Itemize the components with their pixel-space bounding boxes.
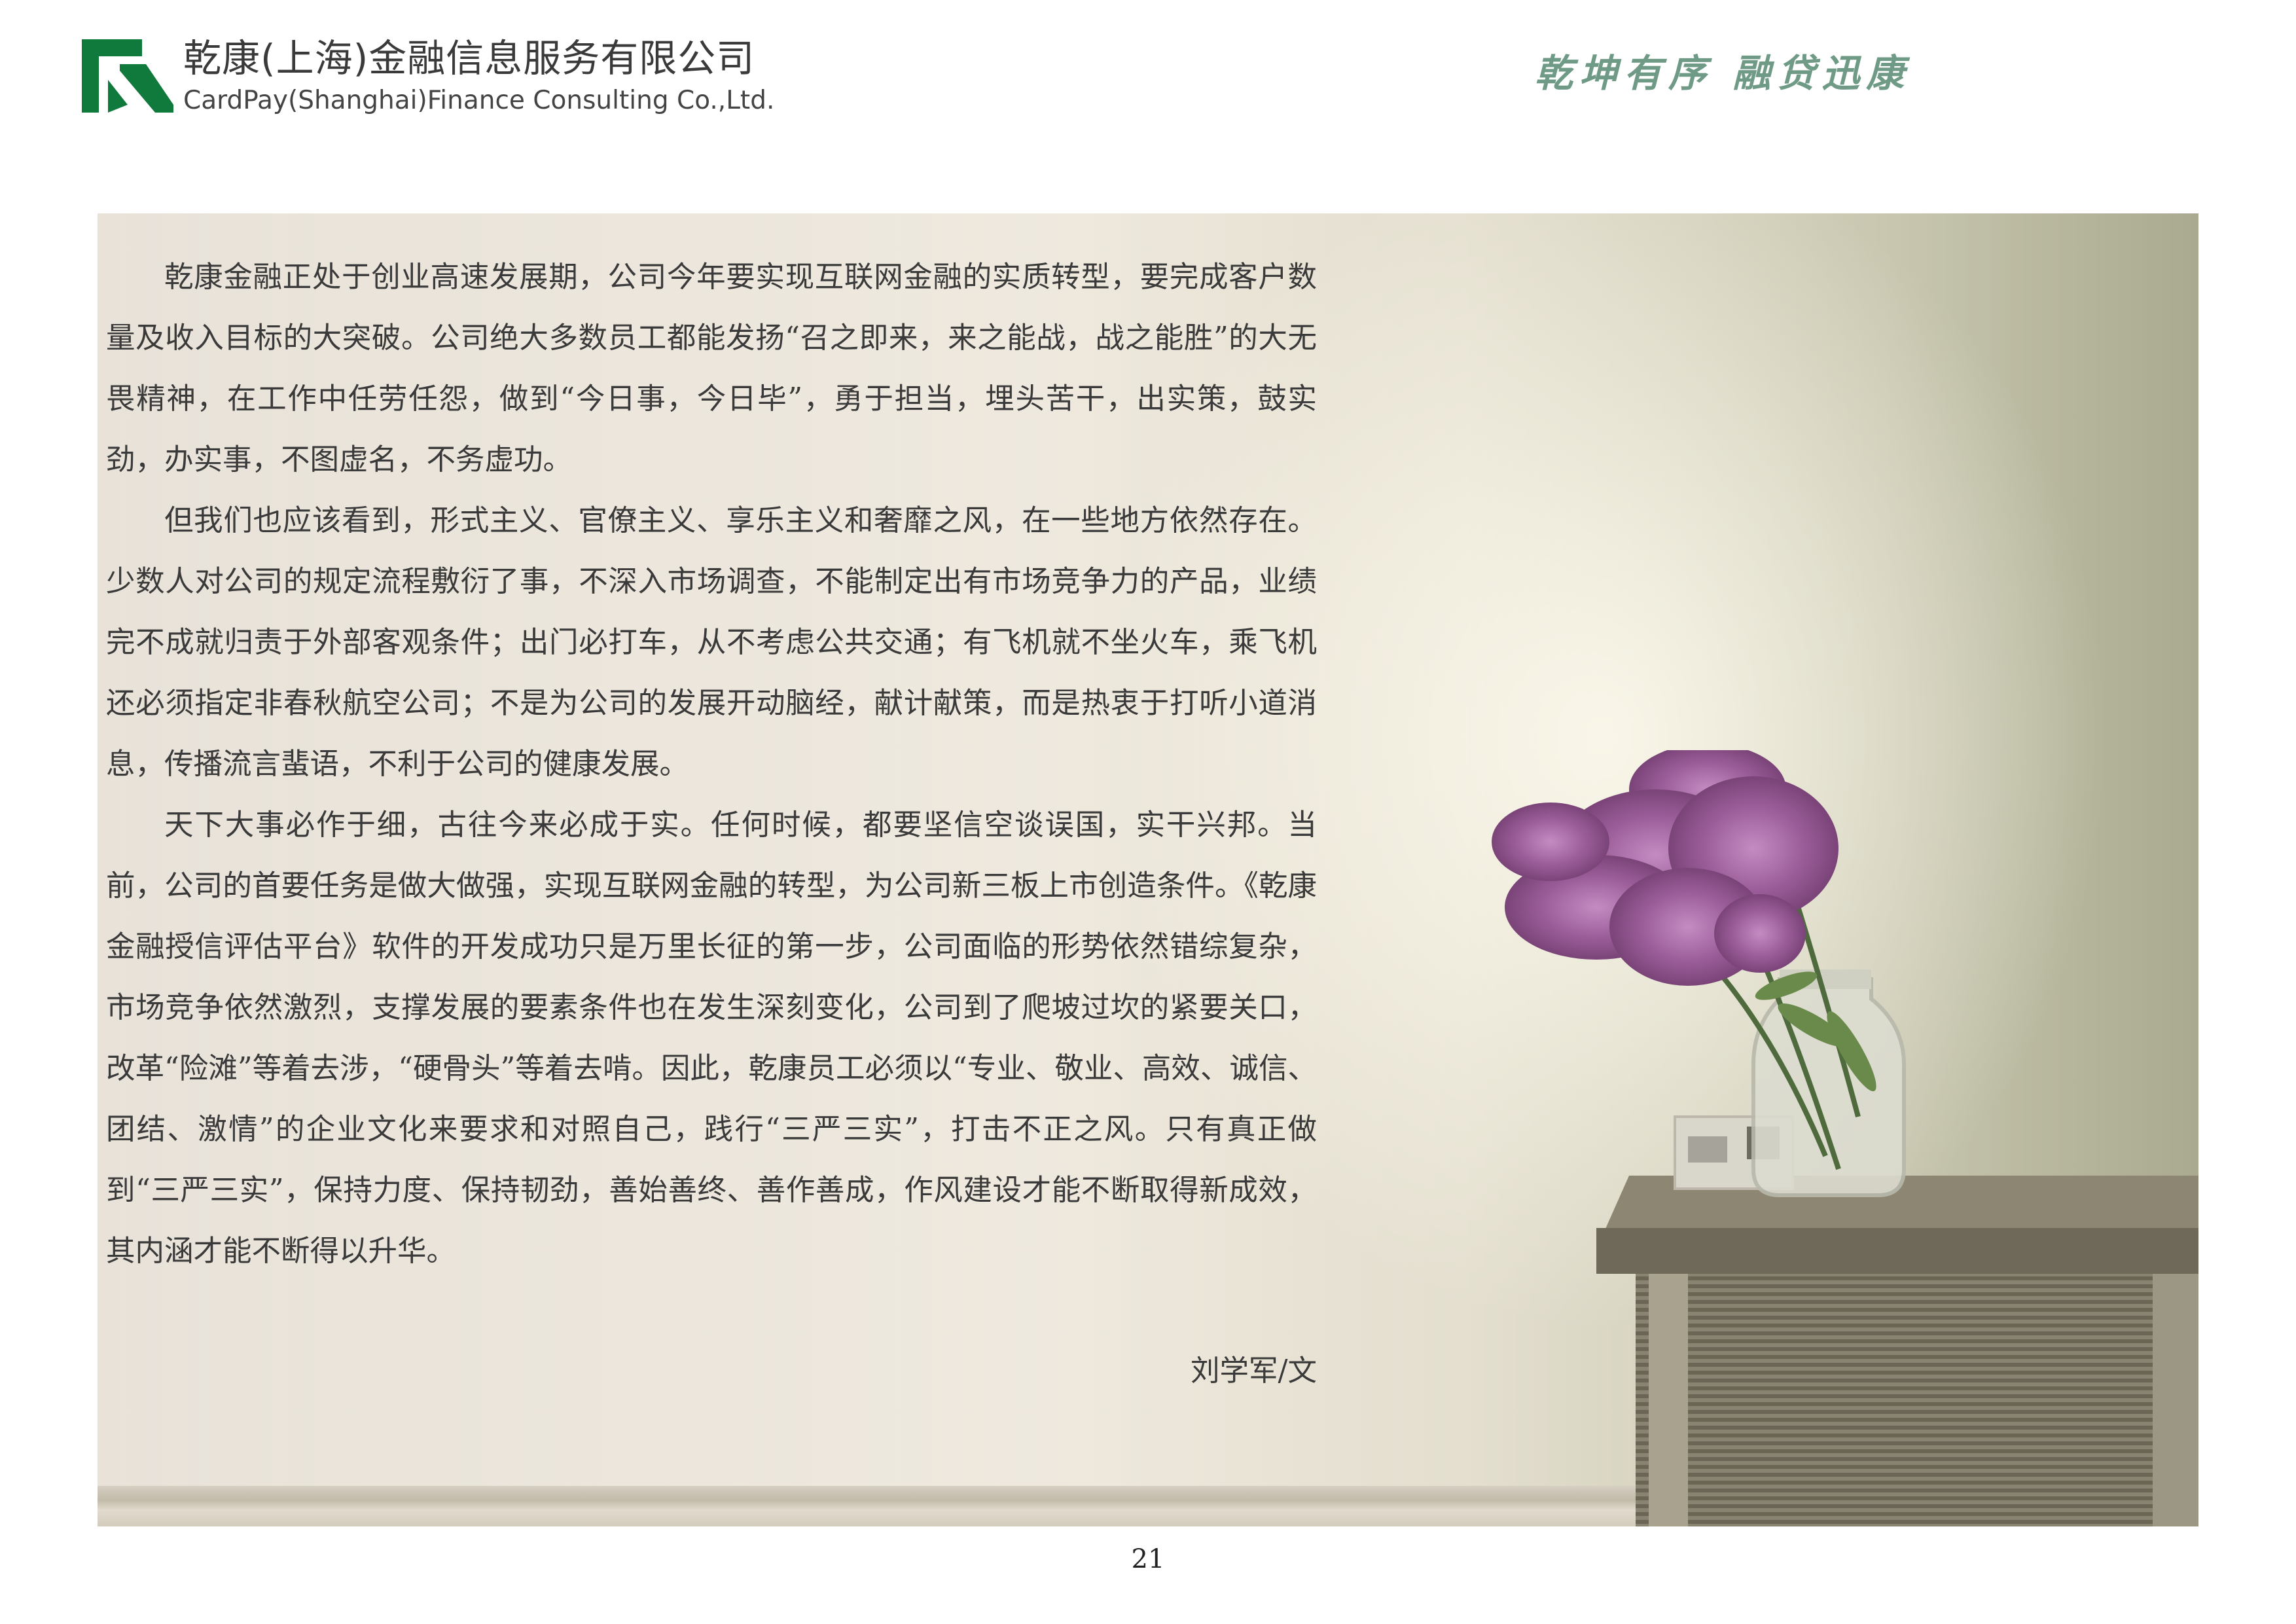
article-paragraph: 但我们也应该看到，形式主义、官僚主义、享乐主义和奢靡之风，在一些地方依然存在。少… xyxy=(106,504,1317,781)
article-paragraph: 天下大事必作于细，古往今来必成于实。任何时候，都要坚信空谈误国，实干兴邦。当前，… xyxy=(106,808,1317,1268)
article-body: 乾康金融正处于创业高速发展期，公司今年要实现互联网金融的实质转型，要完成客户数量… xyxy=(106,247,1317,1282)
still-life-illustration xyxy=(1492,750,2198,1526)
company-slogan: 乾坤有序 融贷迅康 xyxy=(1535,51,1911,96)
company-name-en: CardPay(Shanghai)Finance Consulting Co.,… xyxy=(183,86,775,115)
lilac-blossoms xyxy=(1492,750,1839,986)
company-logo-icon xyxy=(82,39,173,113)
side-table xyxy=(1596,1176,2198,1526)
company-name-cn: 乾康(上海)金融信息服务有限公司 xyxy=(183,36,755,81)
page-number: 21 xyxy=(1131,1544,1165,1574)
article-paragraph: 乾康金融正处于创业高速发展期，公司今年要实现互联网金融的实质转型，要完成客户数量… xyxy=(106,261,1317,477)
article-author: 刘学军/文 xyxy=(1191,1354,1317,1388)
